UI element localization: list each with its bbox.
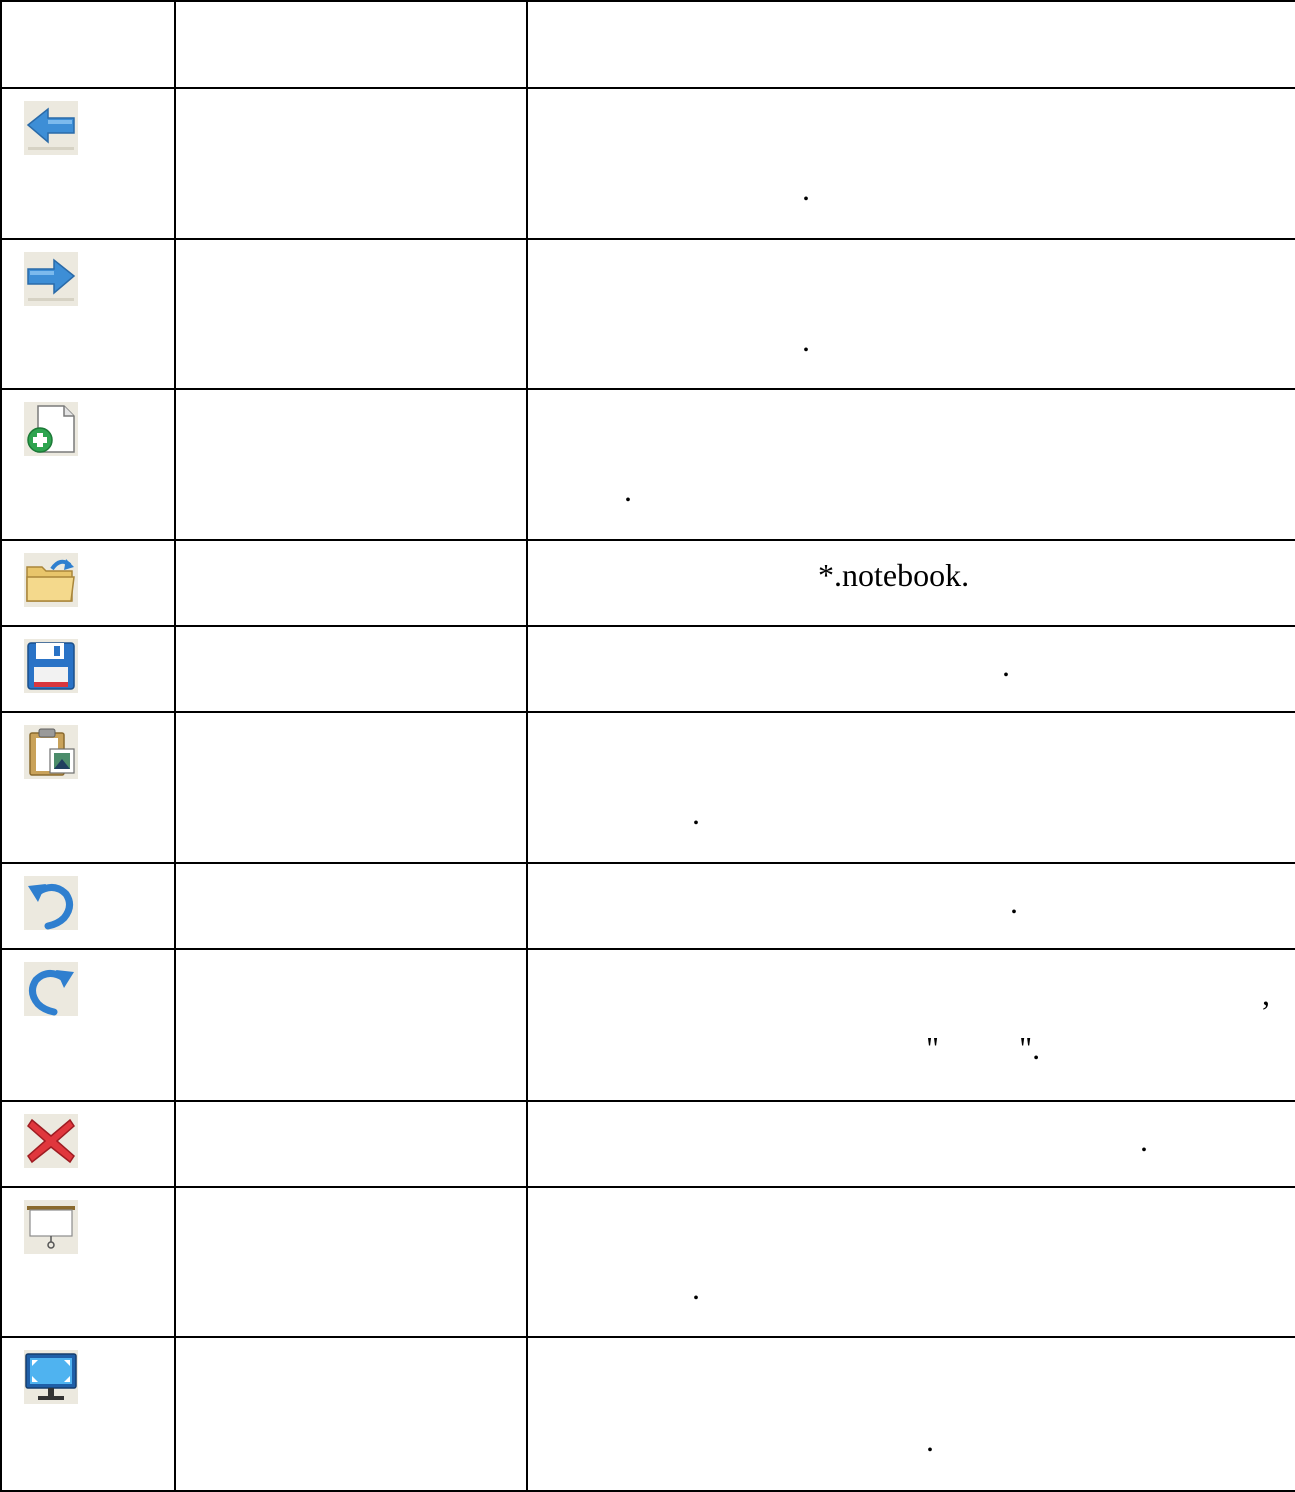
name-cell xyxy=(174,238,528,390)
description-cell: . xyxy=(526,1100,1295,1188)
name-cell xyxy=(174,1186,528,1338)
description-line-2: . xyxy=(624,472,632,508)
table-row: . xyxy=(0,1336,1295,1492)
description-cell: . xyxy=(526,862,1295,950)
header-cell-icon xyxy=(0,0,176,89)
table-row: . xyxy=(0,388,1295,541)
description-cell: . xyxy=(526,87,1295,240)
undo-icon xyxy=(24,876,78,930)
icon-cell xyxy=(0,1186,176,1338)
description-cell: . xyxy=(526,388,1295,541)
table-row: . xyxy=(0,1100,1295,1188)
description-line-2: . xyxy=(802,322,810,358)
description-cell: *.notebook. xyxy=(526,539,1295,627)
icon-cell xyxy=(0,388,176,541)
table-row: . xyxy=(0,238,1295,390)
screen-shade-icon xyxy=(24,1200,78,1254)
description-line-2: " ". xyxy=(926,1030,1041,1066)
delete-x-icon xyxy=(24,1114,78,1168)
description-line-1: *.notebook. xyxy=(818,557,970,593)
description-line-2: . xyxy=(692,1270,700,1306)
description-line-1: . xyxy=(1010,884,1018,920)
icon-cell xyxy=(0,238,176,390)
table-row: *.notebook. xyxy=(0,539,1295,627)
header-cell-description xyxy=(526,0,1295,89)
name-cell xyxy=(174,948,528,1102)
name-cell xyxy=(174,1100,528,1188)
description-cell: . xyxy=(526,711,1295,864)
back-arrow-icon xyxy=(24,101,78,155)
table-row: . xyxy=(0,625,1295,713)
description-cell: . xyxy=(526,238,1295,390)
description-line-2: . xyxy=(802,171,810,207)
name-cell xyxy=(174,711,528,864)
name-cell xyxy=(174,388,528,541)
table-row: . xyxy=(0,87,1295,240)
description-cell: . xyxy=(526,1186,1295,1338)
description-line-1: . xyxy=(1140,1122,1148,1158)
name-cell xyxy=(174,625,528,713)
add-page-icon xyxy=(24,402,78,456)
table-row: . xyxy=(0,862,1295,950)
open-folder-icon xyxy=(24,553,78,607)
name-cell xyxy=(174,87,528,240)
name-cell xyxy=(174,1336,528,1492)
forward-arrow-icon xyxy=(24,252,78,306)
description-line-2: . xyxy=(926,1422,934,1458)
icon-cell xyxy=(0,1100,176,1188)
description-line-1: , xyxy=(1262,976,1270,1012)
description-cell: . xyxy=(526,1336,1295,1492)
description-cell: , " ". xyxy=(526,948,1295,1102)
table-header-row xyxy=(0,0,1295,89)
icon-cell xyxy=(0,539,176,627)
icon-cell xyxy=(0,862,176,950)
table-row: , " ". xyxy=(0,948,1295,1102)
icon-cell xyxy=(0,1336,176,1492)
description-line-2: . xyxy=(692,795,700,831)
icon-cell xyxy=(0,948,176,1102)
icon-cell xyxy=(0,625,176,713)
header-cell-name xyxy=(174,0,528,89)
name-cell xyxy=(174,862,528,950)
description-cell: . xyxy=(526,625,1295,713)
toolbar-reference-table: . . . *.notebook. . . . , " ". . . . xyxy=(0,0,1295,1492)
redo-icon xyxy=(24,962,78,1016)
save-floppy-icon xyxy=(24,639,78,693)
paste-clipboard-icon xyxy=(24,725,78,779)
icon-cell xyxy=(0,87,176,240)
table-row: . xyxy=(0,711,1295,864)
full-screen-monitor-icon xyxy=(24,1350,78,1404)
table-row: . xyxy=(0,1186,1295,1338)
description-line-1: . xyxy=(1002,647,1010,683)
icon-cell xyxy=(0,711,176,864)
name-cell xyxy=(174,539,528,627)
